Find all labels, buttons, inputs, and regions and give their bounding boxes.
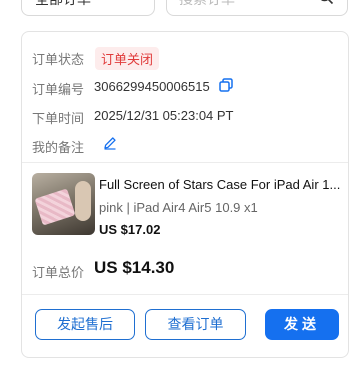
- order-total-label: 订单总价: [32, 265, 85, 280]
- order-time-label: 下单时间: [32, 111, 85, 126]
- filter-bar: 全部订单 搜索订单: [0, 0, 360, 20]
- divider: [22, 162, 348, 163]
- order-total-value: US $14.30: [94, 258, 175, 277]
- search-placeholder: 搜索订单: [179, 0, 235, 9]
- order-search-input[interactable]: 搜索订单: [166, 0, 348, 16]
- edit-pencil-icon[interactable]: [103, 136, 117, 150]
- order-number-row: 订单编号 3066299450006515: [32, 79, 210, 98]
- order-status-select[interactable]: 全部订单: [21, 0, 155, 16]
- product-image-hand: [75, 181, 91, 221]
- divider: [22, 294, 348, 295]
- order-status-row: 订单状态: [32, 49, 84, 68]
- product-variant: pink | iPad Air4 Air5 10.9 x1: [99, 200, 258, 215]
- ship-button[interactable]: 发送: [265, 309, 339, 340]
- chevron-down-icon: [133, 0, 135, 1]
- search-icon[interactable]: [317, 0, 335, 6]
- order-number-label: 订单编号: [32, 82, 85, 97]
- order-status-badge: 订单关闭: [95, 47, 160, 70]
- view-order-button[interactable]: 查看订单: [145, 309, 246, 340]
- product-image-case: [34, 188, 76, 226]
- product-thumbnail[interactable]: [32, 173, 95, 235]
- order-note-label: 我的备注: [32, 140, 85, 155]
- order-status-select-value: 全部订单: [35, 0, 91, 9]
- after-sales-button[interactable]: 发起售后: [35, 309, 135, 340]
- order-time-value: 2025/12/31 05:23:04 PT: [94, 108, 234, 123]
- order-status-label: 订单状态: [32, 52, 85, 67]
- copy-icon[interactable]: [219, 78, 233, 92]
- order-note-row: 我的备注: [32, 137, 84, 156]
- order-card: 订单状态 订单关闭 订单编号 3066299450006515 下单时间 202…: [21, 31, 349, 358]
- order-time-row: 下单时间 2025/12/31 05:23:04 PT: [32, 108, 234, 127]
- product-price: US $17.02: [99, 222, 161, 237]
- product-title[interactable]: Full Screen of Stars Case For iPad Air 1…: [99, 177, 343, 192]
- order-number-value: 3066299450006515: [94, 79, 210, 94]
